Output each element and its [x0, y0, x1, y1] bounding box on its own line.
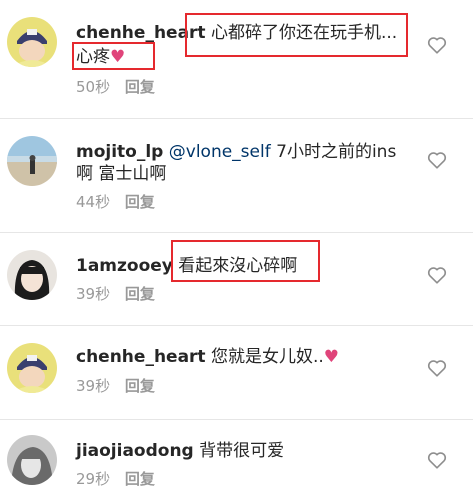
heart-outline-icon[interactable]: [427, 266, 449, 286]
comment-meta: 39秒 回复: [76, 285, 155, 303]
highlight-box: [185, 13, 408, 57]
comment-body: 7小时之前的ins: [276, 142, 397, 162]
username[interactable]: chenhe_heart: [76, 347, 206, 367]
avatar[interactable]: [7, 17, 57, 67]
avatar[interactable]: [7, 435, 57, 485]
heart-outline-icon[interactable]: [427, 36, 449, 56]
comment-text: jiaojiaodong 背带很可爱: [76, 440, 284, 462]
timestamp: 44秒: [76, 193, 111, 211]
timestamp: 50秒: [76, 78, 111, 96]
comment-text: mojito_lp @vlone_self 7小时之前的ins: [76, 141, 396, 163]
comment-meta: 39秒 回复: [76, 377, 155, 395]
reply-button[interactable]: 回复: [125, 78, 155, 96]
avatar[interactable]: [7, 250, 57, 300]
pink-heart-icon: ♥: [323, 347, 340, 367]
comment-meta: 29秒 回复: [76, 470, 155, 488]
heart-outline-icon[interactable]: [427, 359, 449, 379]
heart-outline-icon[interactable]: [427, 451, 449, 471]
username[interactable]: mojito_lp: [76, 142, 163, 162]
comment-text-continued: 啊 富士山啊: [76, 163, 166, 185]
comment-item: mojito_lp @vlone_self 7小时之前的ins 啊 富士山啊 4…: [0, 119, 473, 232]
username[interactable]: jiaojiaodong: [76, 441, 194, 461]
comment-meta: 50秒 回复: [76, 78, 155, 96]
reply-button[interactable]: 回复: [125, 470, 155, 488]
timestamp: 39秒: [76, 285, 111, 303]
comment-item: jiaojiaodong 背带很可爱 29秒 回复: [0, 420, 473, 493]
comment-body: 您就是女儿奴..: [210, 347, 324, 367]
heart-outline-icon[interactable]: [427, 151, 449, 171]
timestamp: 39秒: [76, 377, 111, 395]
comment-item: chenhe_heart 您就是女儿奴..♥ 39秒 回复: [0, 326, 473, 419]
avatar[interactable]: [7, 136, 57, 186]
comment-body: 啊 富士山啊: [76, 164, 167, 184]
comment-meta: 44秒 回复: [76, 193, 155, 211]
highlight-box: [72, 42, 155, 70]
comment-text: chenhe_heart 您就是女儿奴..♥: [76, 346, 339, 368]
avatar[interactable]: [7, 343, 57, 393]
reply-button[interactable]: 回复: [125, 285, 155, 303]
reply-button[interactable]: 回复: [125, 193, 155, 211]
timestamp: 29秒: [76, 470, 111, 488]
mention-link[interactable]: @vlone_self: [169, 142, 271, 162]
highlight-box: [171, 240, 320, 282]
comment-body: 背带很可爱: [199, 441, 285, 461]
reply-button[interactable]: 回复: [125, 377, 155, 395]
username[interactable]: 1amzooey: [76, 256, 173, 276]
